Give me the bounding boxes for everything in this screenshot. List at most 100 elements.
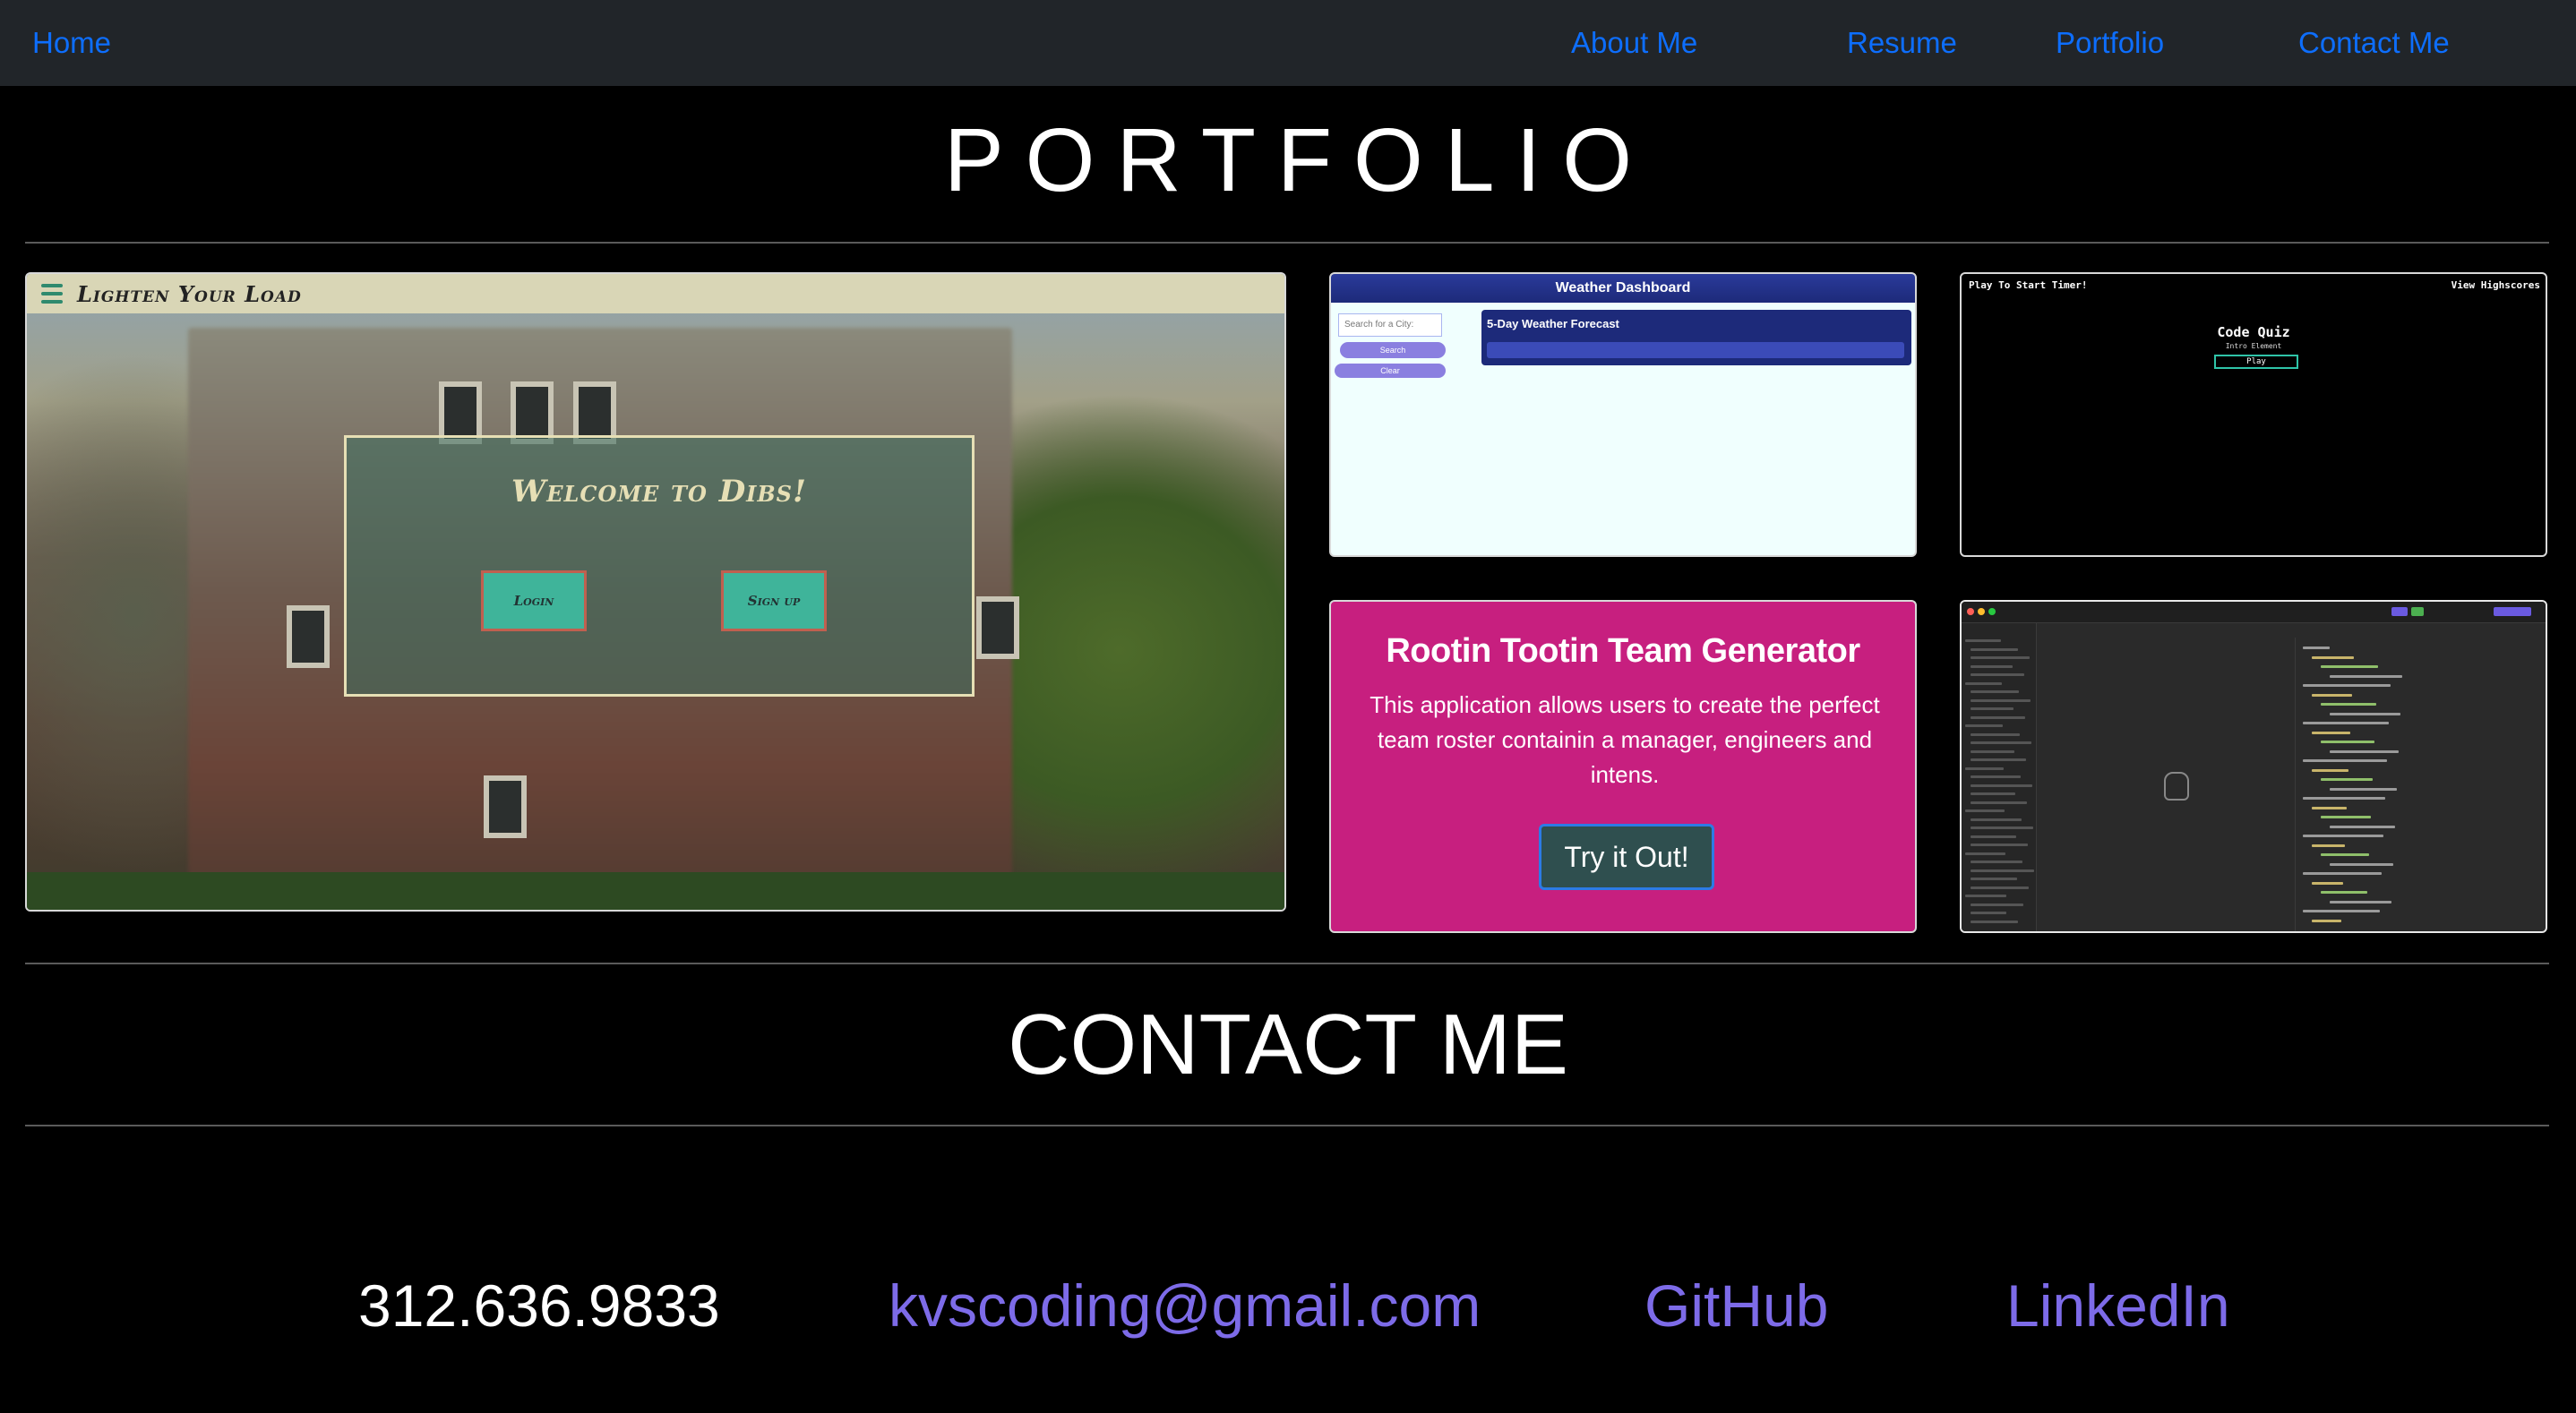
nav-home-link[interactable]: Home	[32, 0, 111, 86]
try-it-out-button[interactable]: Try it Out!	[1539, 824, 1714, 890]
project-card-dibs[interactable]: Lighten Your Load Welcome to Dibs! Login…	[25, 272, 1286, 912]
sidebar-line	[1965, 724, 2003, 727]
nav-contact-link[interactable]: Contact Me	[2298, 0, 2450, 86]
sidebar-line	[1971, 861, 2022, 863]
quiz-highscores-link[interactable]: View Highscores	[2451, 279, 2540, 291]
contact-github-link[interactable]: GitHub	[1644, 1272, 1828, 1340]
dibs-window	[287, 605, 330, 668]
sidebar-line	[1971, 707, 2014, 710]
response-line	[2312, 693, 2352, 697]
response-line	[2321, 741, 2374, 743]
team-generator-title: Rootin Tootin Team Generator	[1386, 632, 1860, 670]
nav-portfolio-link[interactable]: Portfolio	[2056, 0, 2164, 86]
weather-forecast-label: 5-Day Weather Forecast	[1487, 317, 1619, 330]
app-accent-button	[2391, 607, 2408, 616]
response-line	[2321, 816, 2371, 818]
portfolio-divider	[25, 242, 2549, 244]
response-line	[2312, 731, 2350, 734]
project-card-weather[interactable]: Weather Dashboard Search for a City: Sea…	[1329, 272, 1917, 557]
sidebar-line	[1965, 895, 2006, 897]
sidebar-line	[1971, 878, 2017, 880]
dibs-welcome-modal: Welcome to Dibs! Login Sign up	[344, 435, 975, 697]
response-line	[2330, 674, 2402, 678]
response-line	[2303, 647, 2330, 649]
sidebar-line	[1971, 775, 2021, 778]
hand-icon	[2164, 772, 2189, 801]
sidebar-line	[1971, 732, 2020, 736]
nav-resume-link[interactable]: Resume	[1847, 0, 1957, 86]
sidebar-line	[1971, 698, 2031, 702]
nav-about-link[interactable]: About Me	[1571, 0, 1697, 86]
quiz-subtitle: Intro Element	[2225, 342, 2282, 350]
sidebar-line	[1971, 715, 2025, 719]
project-card-quiz[interactable]: Play To Start Timer! View Highscores Cod…	[1960, 272, 2547, 557]
sidebar-line	[1971, 826, 2033, 829]
weather-search-button[interactable]: Search	[1340, 342, 1446, 358]
response-line	[2321, 891, 2367, 894]
app-accent-button	[2411, 607, 2424, 616]
response-line	[2312, 806, 2347, 809]
app-accent-button	[2494, 607, 2531, 616]
sidebar-line	[1971, 818, 2022, 821]
sidebar-line	[1971, 664, 2013, 668]
response-line	[2321, 703, 2376, 706]
app-sidebar	[1962, 623, 2037, 931]
quiz-title: Code Quiz	[2217, 324, 2290, 340]
hamburger-menu-icon[interactable]	[41, 284, 63, 304]
response-line	[2330, 787, 2397, 791]
portfolio-title: PORTFOLIO	[943, 110, 1654, 210]
response-line	[2303, 872, 2382, 875]
response-line	[2330, 825, 2395, 828]
response-line	[2330, 900, 2391, 903]
sidebar-line	[1971, 758, 2026, 761]
dibs-brand: Lighten Your Load	[77, 281, 302, 307]
sidebar-line	[1971, 749, 2014, 753]
response-line	[2330, 862, 2393, 866]
sidebar-line	[1965, 639, 2001, 642]
sidebar-line	[1971, 647, 2018, 651]
sidebar-line	[1971, 801, 2027, 804]
project-card-team-generator: Rootin Tootin Team Generator This applic…	[1329, 600, 1917, 933]
response-line	[2303, 759, 2387, 762]
sidebar-line	[1971, 792, 2015, 795]
weather-forecast-panel: 5-Day Weather Forecast	[1481, 310, 1911, 365]
navbar: Home About Me Resume Portfolio Contact M…	[0, 0, 2576, 86]
response-line	[2312, 768, 2348, 772]
response-line	[2303, 797, 2385, 800]
quiz-play-button[interactable]: Play	[2214, 355, 2298, 369]
sidebar-line	[1971, 690, 2019, 693]
project-card-app-screenshot[interactable]	[1960, 600, 2547, 933]
contact-email-link[interactable]: kvscoding@gmail.com	[889, 1272, 1481, 1340]
weather-search-input[interactable]: Search for a City:	[1338, 313, 1442, 337]
window-close-icon	[1967, 608, 1974, 615]
sidebar-line	[1965, 852, 2005, 855]
weather-forecast-bar	[1487, 342, 1904, 358]
contact-title: CONTACT ME	[1008, 997, 1568, 1092]
sidebar-line	[1965, 766, 2004, 770]
window-minimize-icon	[1978, 608, 1985, 615]
app-topbar	[1962, 602, 2546, 623]
weather-clear-button[interactable]: Clear	[1335, 364, 1446, 378]
window-maximize-icon	[1988, 608, 1996, 615]
response-line	[2303, 684, 2391, 687]
weather-header: Weather Dashboard	[1331, 274, 1915, 303]
response-line	[2330, 712, 2400, 715]
sidebar-line	[1965, 809, 2005, 812]
sidebar-line	[1971, 920, 2018, 923]
sidebar-line	[1971, 741, 2031, 744]
response-line	[2312, 844, 2345, 847]
sidebar-line	[1971, 656, 2030, 659]
sidebar-line	[1965, 681, 2002, 685]
contact-linkedin-link[interactable]: LinkedIn	[2006, 1272, 2230, 1340]
portfolio-bottom-divider	[25, 963, 2549, 964]
dibs-hedge	[27, 872, 1284, 910]
dibs-window	[976, 596, 1019, 659]
dibs-login-button[interactable]: Login	[481, 570, 587, 631]
sidebar-line	[1971, 673, 2024, 676]
response-line	[2321, 665, 2378, 668]
sidebar-line	[1971, 903, 2023, 906]
response-line	[2303, 835, 2383, 837]
contact-phone: 312.636.9833	[358, 1272, 720, 1339]
response-line	[2312, 919, 2341, 922]
dibs-signup-button[interactable]: Sign up	[721, 570, 827, 631]
